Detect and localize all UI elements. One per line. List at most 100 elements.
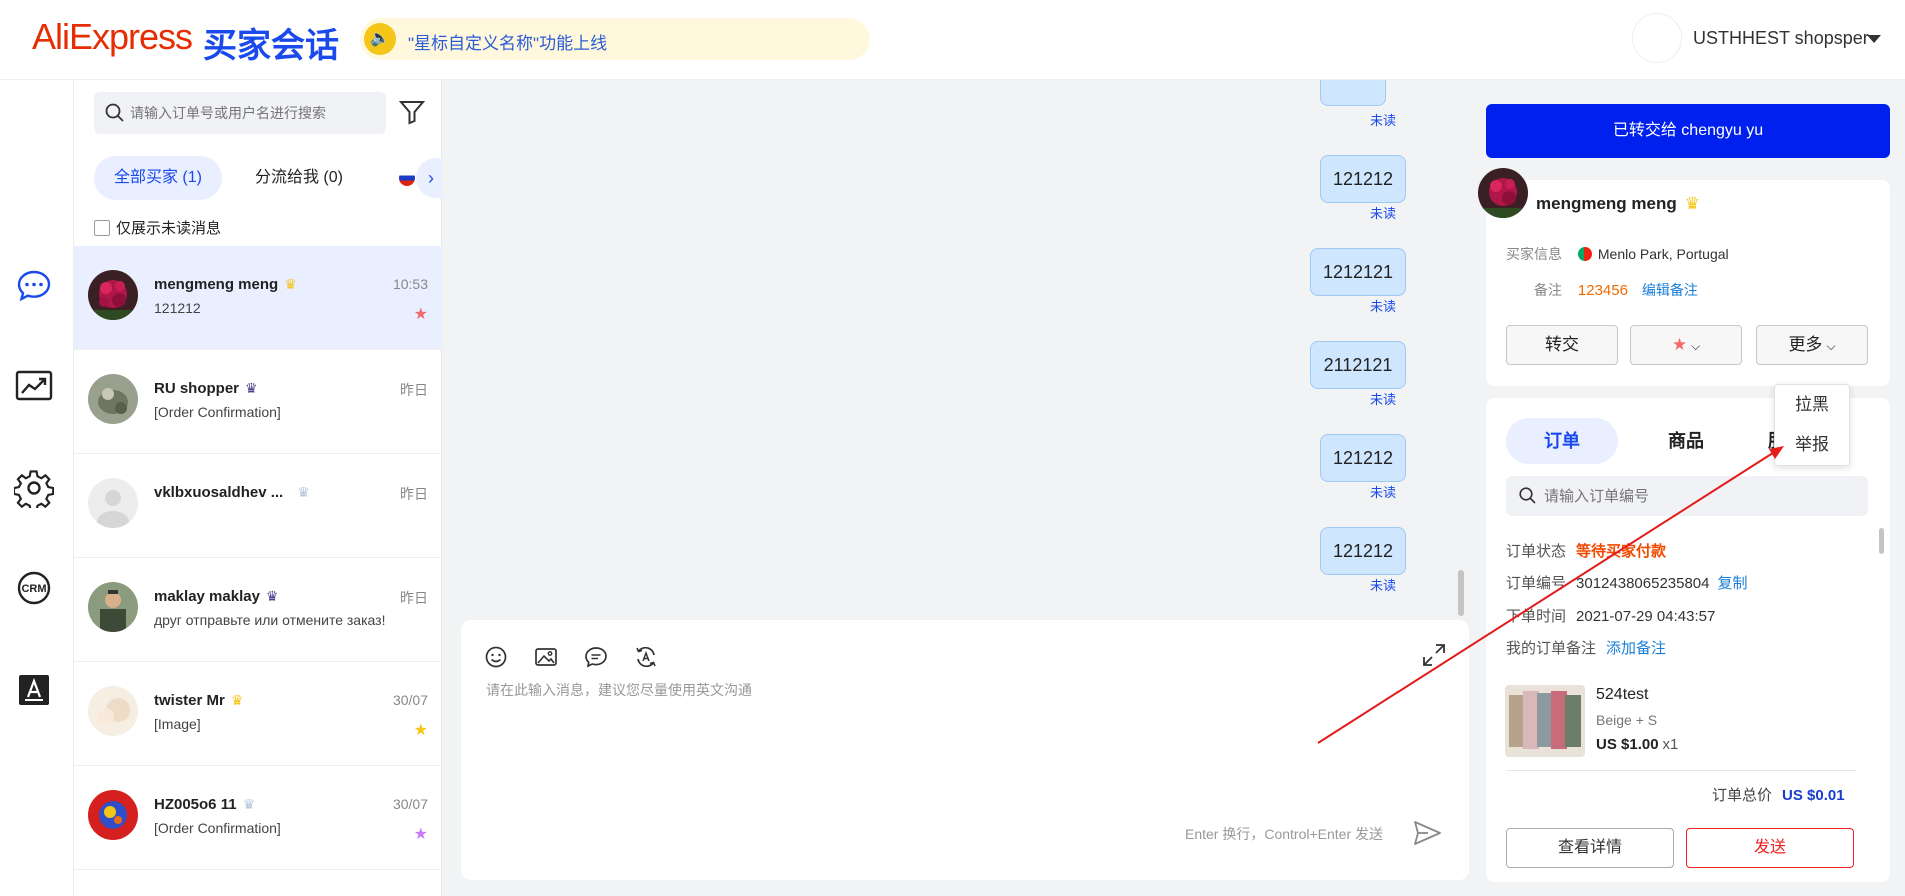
message-bubble[interactable]: 121212 <box>1320 155 1406 203</box>
buyer-name: vklbxuosaldhev ... <box>154 484 284 501</box>
order-total-value: US $0.01 <box>1782 787 1845 804</box>
transfer-button[interactable]: 转交 <box>1506 325 1618 365</box>
filter-icon[interactable] <box>398 98 426 126</box>
nav-rail: CRM <box>0 80 74 896</box>
order-number-row: 订单编号 3012438065235804 复制 <box>1506 572 1748 593</box>
edit-note-link[interactable]: 编辑备注 <box>1642 282 1698 298</box>
star-icon[interactable]: ★ <box>414 720 428 740</box>
aliexpress-logo[interactable]: AliExpress <box>32 16 193 58</box>
product-variant: Beige + S <box>1596 712 1658 728</box>
view-details-button[interactable]: 查看详情 <box>1506 828 1674 868</box>
svg-text:CRM: CRM <box>21 583 46 595</box>
conversation-item[interactable]: mengmeng meng ♛ 10:53 121212 ★ <box>74 246 442 350</box>
emoji-icon[interactable] <box>483 644 509 670</box>
order-total: 订单总价 US $0.01 <box>1712 784 1845 805</box>
conversation-preview: 121212 <box>154 300 201 316</box>
announcement-banner[interactable]: 🔈 "星标自定义名称"功能上线 <box>360 18 870 60</box>
conversation-time: 10:53 <box>392 276 428 292</box>
message-input[interactable]: 请在此输入消息，建议您尽量使用英文沟通 <box>486 680 752 700</box>
buyer-name: HZ005o6 11 <box>154 796 237 813</box>
buyer-name: mengmeng meng ♛ <box>1536 194 1700 214</box>
send-order-button[interactable]: 发送 <box>1686 828 1854 868</box>
menu-item-report[interactable]: 举报 <box>1775 425 1849 465</box>
divider <box>1506 770 1856 771</box>
russia-flag-icon[interactable] <box>399 170 415 186</box>
user-avatar[interactable] <box>1632 13 1682 63</box>
crm-icon[interactable]: CRM <box>14 568 54 608</box>
analytics-icon[interactable] <box>14 366 54 406</box>
search-icon <box>105 103 124 122</box>
avatar <box>88 790 138 840</box>
conversation-preview: [Image] <box>154 716 201 732</box>
conversation-item[interactable]: twister Mr ♛ 30/07 [Image] ★ <box>74 662 442 766</box>
conversation-preview: [Order Confirmation] <box>154 404 281 420</box>
translate-icon[interactable] <box>14 670 54 710</box>
chevron-down-icon: ⌵ <box>1691 339 1701 353</box>
order-search-input[interactable] <box>1506 476 1868 516</box>
settings-icon[interactable] <box>14 468 54 508</box>
user-name[interactable]: USTHHEST shopsper <box>1693 28 1869 49</box>
conversation-name: mengmeng meng ♛ <box>154 276 297 293</box>
image-icon[interactable] <box>533 644 559 670</box>
chat-icon[interactable] <box>14 266 54 306</box>
note-label: 备注 <box>1534 282 1562 298</box>
avatar <box>88 374 138 424</box>
conversation-time: 30/07 <box>392 796 428 812</box>
unread-label: 未读 <box>1370 113 1397 128</box>
buyer-name: RU shopper <box>154 380 240 397</box>
conversation-time: 昨日 <box>400 382 428 398</box>
crown-icon: ♛ <box>297 484 310 500</box>
conversation-item[interactable]: maklay maklay ♛ 昨日 друг отправьте или отм… <box>74 558 442 662</box>
quick-reply-icon[interactable] <box>583 644 609 670</box>
unread-only-checkbox[interactable]: 仅展示未读消息 <box>94 217 221 238</box>
buyer-info-label: 买家信息 <box>1506 246 1562 262</box>
buyer-name: mengmeng meng <box>154 276 279 293</box>
tab-orders[interactable]: 订单 <box>1506 418 1618 464</box>
order-total-label: 订单总价 <box>1712 787 1773 804</box>
checkbox-icon[interactable] <box>94 220 110 236</box>
unread-label: 未读 <box>1370 206 1397 221</box>
message-bubble-partial[interactable] <box>1320 80 1386 106</box>
expand-icon[interactable] <box>1421 642 1447 668</box>
send-icon[interactable] <box>1411 817 1443 849</box>
tab-products[interactable]: 商品 <box>1630 418 1742 464</box>
tab-all-buyers[interactable]: 全部买家 (1) <box>94 156 222 200</box>
product-name[interactable]: 524test <box>1596 686 1648 704</box>
buyer-location: Menlo Park, Portugal <box>1597 246 1729 262</box>
order-number-value: 3012438065235804 <box>1576 575 1710 592</box>
announcement-text[interactable]: "星标自定义名称"功能上线 <box>408 29 607 54</box>
order-scrollbar[interactable] <box>1879 528 1884 554</box>
star-icon[interactable]: ★ <box>414 304 428 324</box>
my-order-note-label: 我的订单备注 <box>1506 640 1597 657</box>
copy-order-link[interactable]: 复制 <box>1718 575 1748 592</box>
conversation-item[interactable]: vklbxuosaldhev ... ♛ 昨日 <box>74 454 442 558</box>
conversation-search-input[interactable] <box>94 92 386 134</box>
message-bubble[interactable]: 2112121 <box>1310 341 1406 389</box>
buyer-name: twister Mr <box>154 692 225 709</box>
star-mark-button[interactable]: ★ ⌵ <box>1630 325 1742 365</box>
buyer-avatar[interactable] <box>1478 168 1528 218</box>
message-bubble[interactable]: 1212121 <box>1310 248 1406 296</box>
buyer-name: maklay maklay <box>154 588 260 605</box>
tab-distributed-to-me[interactable]: 分流给我 (0) <box>239 156 359 200</box>
more-label: 更多 <box>1788 335 1823 354</box>
send-hint: Enter 换行，Control+Enter 发送 <box>1185 826 1384 842</box>
order-time-row: 下单时间 2021-07-29 04:43:57 <box>1506 605 1715 626</box>
more-button[interactable]: 更多 ⌵ <box>1756 325 1868 365</box>
transfer-status-banner[interactable]: 已转交给 chengyu yu <box>1486 104 1890 158</box>
conversation-name: HZ005o6 11 ♛ <box>154 796 255 813</box>
menu-item-block[interactable]: 拉黑 <box>1775 385 1849 425</box>
add-order-note-link[interactable]: 添加备注 <box>1606 640 1666 657</box>
caret-down-icon[interactable] <box>1867 35 1881 43</box>
message-bubble[interactable]: 121212 <box>1320 434 1406 482</box>
star-icon[interactable]: ★ <box>414 824 428 844</box>
auto-translate-icon[interactable] <box>633 644 659 670</box>
unread-label: 未读 <box>1370 578 1397 593</box>
conversation-name: vklbxuosaldhev ... ♛ <box>154 484 310 501</box>
conversation-item[interactable]: HZ005o6 11 ♛ 30/07 [Order Confirmation] ★ <box>74 766 442 870</box>
conversation-item[interactable]: RU shopper ♛ 昨日 [Order Confirmation] <box>74 350 442 454</box>
message-bubble[interactable]: 121212 <box>1320 527 1406 575</box>
chat-scrollbar[interactable] <box>1458 570 1464 616</box>
avatar <box>88 478 138 528</box>
product-image[interactable] <box>1505 685 1585 757</box>
